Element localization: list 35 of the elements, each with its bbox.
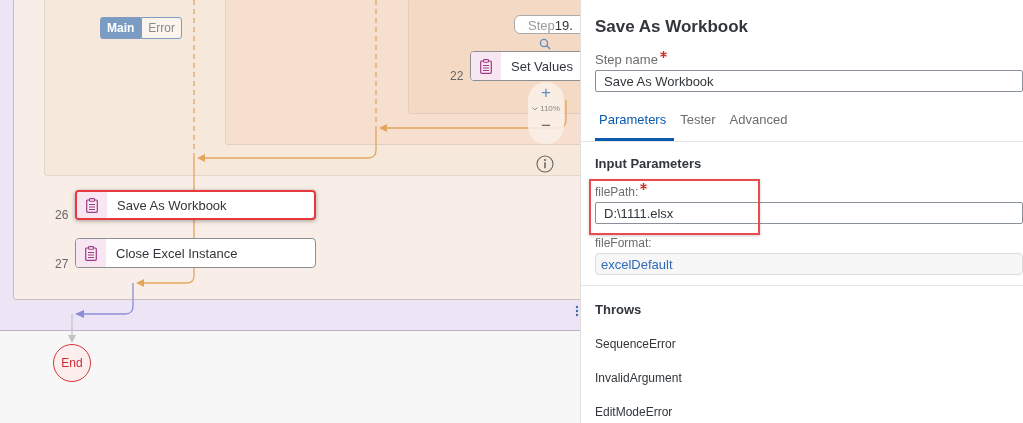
step-number: 27 [55,257,69,271]
step-number: 22 [450,69,464,83]
exception-name: EditModeError [595,405,674,419]
tab[interactable]: Advanced [725,108,796,141]
info-icon[interactable] [536,155,554,173]
parameter-field[interactable]: D:\1111.elsx [595,202,1023,224]
step-node[interactable]: Save As Workbook [75,190,316,220]
resize-handle-icon[interactable] [575,305,579,317]
field-label: Step name [595,52,658,67]
clipboard-icon [86,197,98,213]
step-finder-field[interactable]: Step19. [514,15,580,34]
tab[interactable]: Tester [676,108,724,141]
exception-name: InvalidArgument [595,371,683,385]
parameter-field[interactable]: excelDefault [595,253,1023,275]
step-node[interactable]: Close Excel Instance [75,238,316,268]
clipboard-icon [85,245,97,261]
field-label: fileFormat: [595,236,652,250]
step-name-field[interactable]: Save As Workbook [595,70,1023,92]
tab[interactable]: Parameters [595,108,675,141]
step-node[interactable]: Set Values [470,51,580,81]
clipboard-icon [480,58,492,74]
branch-toggle-button[interactable]: Main [100,17,142,39]
section-title: Input Parameters [595,156,703,171]
search-icon[interactable] [539,38,551,50]
end-node[interactable]: End [53,344,91,382]
step-number: 26 [55,208,69,222]
section-title: Throws [595,302,643,317]
field-label: filePath: [595,185,639,199]
panel-title: Save As Workbook [595,17,750,37]
chevron-down-icon[interactable] [532,106,539,111]
zoom-out-button[interactable]: − [541,117,551,135]
zoom-in-button[interactable]: + [541,84,551,102]
zoom-level[interactable]: 110% [540,104,560,113]
branch-toggle-button[interactable]: Error [141,17,182,39]
exception-name: SequenceError [595,337,677,351]
